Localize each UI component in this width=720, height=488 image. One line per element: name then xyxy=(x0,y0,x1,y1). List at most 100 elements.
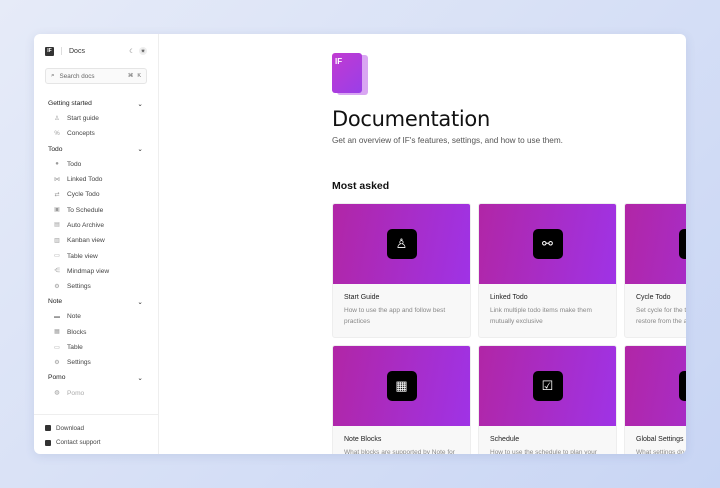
card-icon-box: ♙ xyxy=(386,229,417,259)
nav-group-header[interactable]: Note ⌄ xyxy=(34,294,158,309)
moon-icon[interactable]: ☾ xyxy=(128,47,136,55)
card-title: Schedule xyxy=(490,436,520,443)
section-title: Most asked xyxy=(332,180,390,192)
sidebar-item-label: Linked Todo xyxy=(67,176,103,184)
search-icon: ⌕ xyxy=(51,72,55,79)
sidebar-item-label: Todo xyxy=(67,160,82,168)
sidebar-nav: Getting started ⌄ ♙ Start guide% Concepts Tod… xyxy=(34,96,158,401)
search-input[interactable]: ⌕ Search docs ⌘ K xyxy=(45,68,147,84)
sidebar-item[interactable]: ◍ Pomo xyxy=(34,385,158,400)
sidebar-item[interactable]: ▣ To Schedule xyxy=(34,202,158,217)
cards-grid: ♙ Start Guide How to use the app and follo… xyxy=(332,203,686,454)
theme-toggle[interactable]: ☾ ✷ xyxy=(128,47,147,55)
sidebar-item[interactable]: ▬ Note xyxy=(34,309,158,324)
doc-card[interactable]: ⇄ Cycle Todo Set cycle for the todo, it wi… xyxy=(624,203,686,338)
chevron-down-icon: ⌄ xyxy=(137,146,143,154)
sidebar-item[interactable]: ▭ Table view xyxy=(34,248,158,263)
sidebar-header: IF Docs ☾ ✷ xyxy=(34,34,158,68)
gear-icon: ⚙ xyxy=(54,359,60,366)
card-description: Set cycle for the todo, it will auto res… xyxy=(636,307,686,325)
doc-card[interactable]: ⚯ Linked Todo Link multiple todo items mak… xyxy=(478,203,617,338)
card-icon-box: ▦ xyxy=(386,371,417,401)
page-subtitle: Get an overview of IF's features, settin… xyxy=(332,136,563,145)
card-title: Global Settings xyxy=(636,436,684,443)
mindmap-icon: ⋲ xyxy=(54,268,60,275)
sidebar-item[interactable]: ⚙ Settings xyxy=(34,279,158,294)
shortcut-hint: ⌘ K xyxy=(128,73,141,79)
group-label: Note xyxy=(48,298,63,306)
main-content: IF Documentation Get an overview of IF's… xyxy=(159,34,686,454)
scholar-icon: ♙ xyxy=(395,236,408,251)
sidebar-item[interactable]: ▦ Blocks xyxy=(34,325,158,340)
docs-logo: IF xyxy=(332,53,368,95)
blocks-icon: ▦ xyxy=(54,329,60,336)
sidebar-item-label: Note xyxy=(67,313,81,321)
sidebar-item-label: Blocks xyxy=(67,328,87,336)
card-banner: ⇄ xyxy=(625,204,686,284)
footer-link[interactable]: Contact support xyxy=(34,436,158,451)
sidebar-item-label: Pomo xyxy=(67,389,85,397)
calendar-check-icon: ☑ xyxy=(541,378,554,393)
chevron-down-icon: ⌄ xyxy=(137,374,143,382)
sidebar-item[interactable]: ● Todo xyxy=(34,157,158,172)
nav-group-header[interactable]: Getting started ⌄ xyxy=(34,96,158,111)
sidebar: IF Docs ☾ ✷ ⌕ Search docs ⌘ K Getting sta… xyxy=(34,34,159,454)
sidebar-item-label: Settings xyxy=(67,283,91,291)
sidebar-item[interactable]: ▥ Kanban view xyxy=(34,233,158,248)
calendar-icon: ▣ xyxy=(54,207,60,214)
chevron-down-icon: ⌄ xyxy=(137,298,143,306)
sidebar-item-label: Kanban view xyxy=(67,237,105,245)
sidebar-item-label: Settings xyxy=(67,359,91,367)
card-banner: ⫶ xyxy=(625,346,686,426)
download-icon xyxy=(45,425,51,432)
timer-icon: ◍ xyxy=(54,390,60,397)
sidebar-item[interactable]: ⋈ Linked Todo xyxy=(34,172,158,187)
app-logo[interactable]: IF xyxy=(45,46,54,56)
sidebar-item-label: Cycle Todo xyxy=(67,191,100,199)
page-title: Documentation xyxy=(332,107,490,131)
link-icon: ⋈ xyxy=(54,176,60,183)
divider xyxy=(61,47,62,55)
sidebar-item[interactable]: ♙ Start guide xyxy=(34,111,158,126)
card-description: Link multiple todo items make them mutua… xyxy=(490,307,592,325)
chevron-down-icon: ⌄ xyxy=(137,100,143,108)
sidebar-item-label: Table xyxy=(67,344,83,351)
sidebar-item[interactable]: ▤ Auto Archive xyxy=(34,218,158,233)
todo-icon: ● xyxy=(55,161,59,168)
chat-icon xyxy=(45,439,51,446)
note-icon: ▬ xyxy=(54,313,60,320)
doc-card[interactable]: ▦ Note Blocks What blocks are supported by… xyxy=(332,345,471,454)
sidebar-item-label: To Schedule xyxy=(67,206,104,214)
sun-icon[interactable]: ✷ xyxy=(139,47,147,55)
sidebar-item[interactable]: ⋲ Mindmap view xyxy=(34,264,158,279)
card-description: How to use the schedule to plan your xyxy=(490,449,597,454)
sidebar-item[interactable]: ⚙ Settings xyxy=(34,355,158,370)
card-title: Cycle Todo xyxy=(636,294,671,301)
sidebar-item-label: Concepts xyxy=(67,130,95,138)
sidebar-item[interactable]: ⇄ Cycle Todo xyxy=(34,187,158,202)
sidebar-item-label: Auto Archive xyxy=(67,221,105,229)
concepts-icon: % xyxy=(54,130,60,137)
card-icon-box: ⫶ xyxy=(678,371,686,401)
card-banner: ▦ xyxy=(333,346,470,426)
doc-card[interactable]: ♙ Start Guide How to use the app and follo… xyxy=(332,203,471,338)
card-icon-box: ⚯ xyxy=(532,229,563,259)
footer-label: Contact support xyxy=(56,439,101,447)
nav-group-header[interactable]: Todo ⌄ xyxy=(34,142,158,157)
sidebar-item-label: Mindmap view xyxy=(67,267,110,275)
group-label: Todo xyxy=(48,145,63,153)
gear-icon: ⚙ xyxy=(54,283,60,290)
kanban-icon: ▥ xyxy=(54,237,60,244)
doc-card[interactable]: ☑ Schedule How to use the schedule to plan… xyxy=(478,345,617,454)
footer-label: Download xyxy=(56,424,85,432)
card-icon-box: ⇄ xyxy=(678,229,686,259)
sidebar-item[interactable]: ▭ Table xyxy=(34,340,158,355)
card-banner: ☑ xyxy=(479,346,616,426)
table-icon: ▭ xyxy=(54,344,60,351)
link-nodes-icon: ⚯ xyxy=(542,236,553,251)
sidebar-item[interactable]: % Concepts xyxy=(34,126,158,141)
footer-link[interactable]: Download xyxy=(34,421,158,436)
nav-group-header[interactable]: Pomo ⌄ xyxy=(34,370,158,385)
doc-card[interactable]: ⫶ Global Settings What settings does IF su… xyxy=(624,345,686,454)
group-label: Getting started xyxy=(48,100,92,107)
